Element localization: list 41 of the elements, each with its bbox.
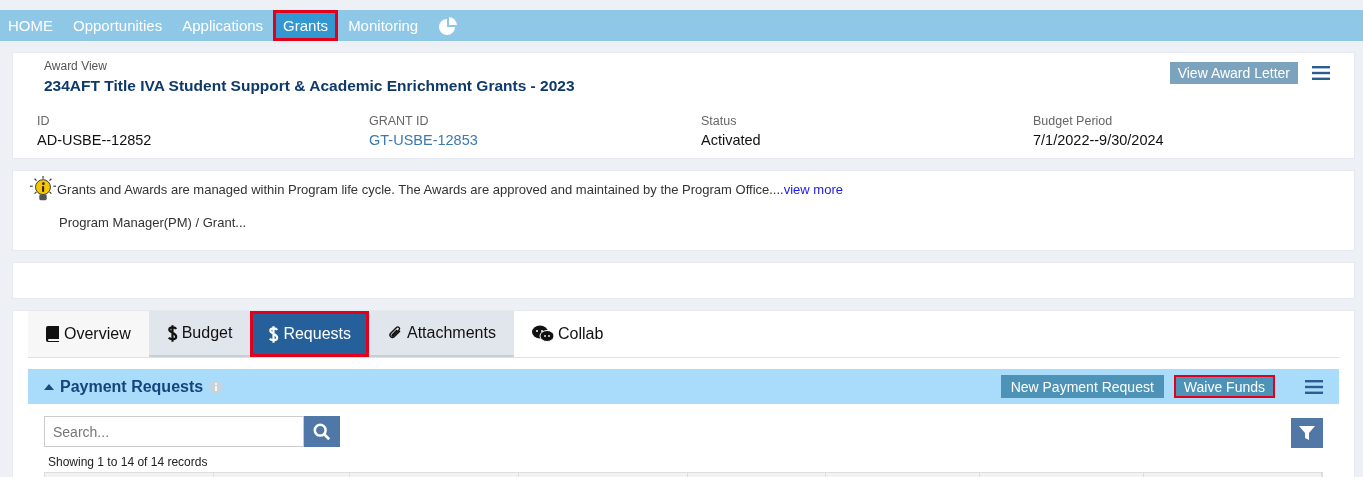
tab[interactable]: Requests [250, 311, 369, 357]
search-field[interactable]: Search... [44, 416, 304, 447]
field-value: 7/1/2022--9/30/2024 [1033, 132, 1165, 148]
records-count: Showing 1 to 14 of 14 records [48, 455, 209, 469]
field-value: Activated [701, 132, 762, 148]
info-text: Grants and Awards are managed within Program life cycle. The Awards are approved and maintained by the Program Office....view more [57, 181, 843, 197]
grant-id-link[interactable]: GT-USBE-12853 [369, 132, 701, 148]
action-button[interactable]: New Payment Request [1000, 375, 1164, 398]
award-caption: Award View [44, 59, 108, 73]
award-title: 234AFT Title IVA Student Support & Academic Enrichment Grants - 2023 [44, 77, 575, 95]
field-label: Status [701, 114, 738, 128]
section-title: Payment Requests [60, 377, 204, 396]
dollar-icon [166, 323, 178, 343]
menu-icon[interactable] [1312, 66, 1330, 80]
view-more-link[interactable]: .view more [780, 181, 843, 197]
dollar-icon [268, 324, 280, 344]
tab[interactable]: Overview [28, 311, 149, 357]
field-label: GRANT ID [369, 114, 430, 128]
nav-link[interactable]: Applications [172, 10, 274, 41]
search-button[interactable] [304, 416, 340, 447]
book-icon [46, 326, 60, 342]
field-label: ID [37, 114, 51, 128]
nav-link[interactable]: Grants [273, 10, 339, 41]
nav-link[interactable]: Monitoring [338, 10, 429, 41]
view-award-letter-button[interactable]: View Award Letter [1169, 62, 1298, 84]
tab[interactable]: Attachments [369, 311, 514, 357]
field-label: Budget Period [1033, 114, 1114, 128]
paperclip-icon [387, 325, 403, 341]
search-icon [313, 422, 331, 441]
caret-icon[interactable] [44, 383, 54, 390]
tab[interactable]: Budget [148, 311, 251, 357]
filter-button[interactable] [1291, 418, 1323, 448]
field-value: AD-USBE--12852 [37, 132, 153, 148]
chat-bubbles-icon [531, 325, 554, 343]
nav-link[interactable]: HOME [0, 10, 63, 41]
lightbulb-info-icon [29, 175, 57, 203]
info-text: Program Manager(PM) / Grant... [59, 215, 248, 230]
menu-icon[interactable] [1305, 379, 1323, 394]
action-button[interactable]: Waive Funds [1173, 375, 1275, 398]
filter-icon [1299, 425, 1315, 441]
nav-link[interactable]: Opportunities [63, 10, 173, 41]
